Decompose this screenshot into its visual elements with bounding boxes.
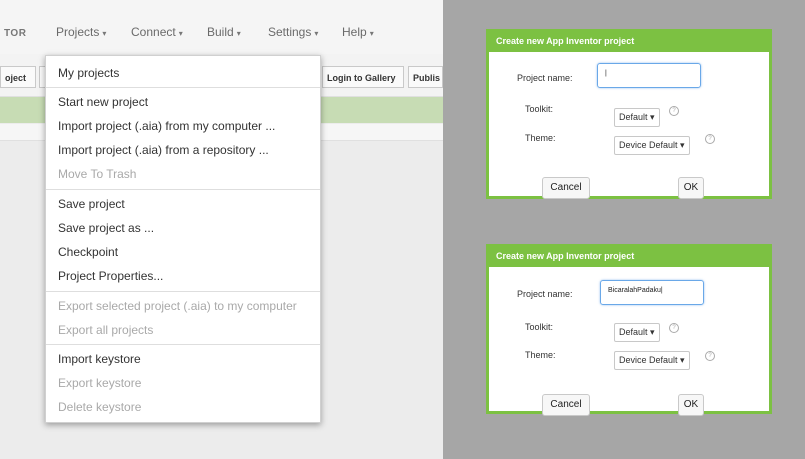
menu-item-start-new-project[interactable]: Start new project: [58, 95, 148, 109]
menu-item-project-properties[interactable]: Project Properties...: [58, 269, 163, 283]
menu-item-export-selected-project: Export selected project (.aia) to my com…: [58, 299, 297, 313]
caret-down-icon: ▾: [680, 355, 685, 365]
theme-select[interactable]: Device Default ▾: [614, 136, 690, 155]
help-circle-icon[interactable]: ?: [669, 106, 679, 116]
menu-separator: [46, 291, 320, 292]
caret-down-icon: ▾: [680, 140, 685, 150]
theme-select-value: Device Default: [619, 355, 678, 365]
publish-button[interactable]: Publis: [408, 66, 443, 88]
dialog-title: Create new App Inventor project: [489, 32, 769, 52]
dialog-title: Create new App Inventor project: [489, 247, 769, 267]
theme-select-value: Device Default: [619, 140, 678, 150]
project-name-label: Project name:: [517, 73, 573, 83]
theme-label: Theme:: [525, 350, 556, 360]
login-to-gallery-button[interactable]: Login to Gallery: [322, 66, 404, 88]
menu-item-export-all-projects: Export all projects: [58, 323, 154, 337]
caret-down-icon: ▾: [178, 29, 183, 38]
toolkit-label: Toolkit:: [525, 322, 554, 332]
toolkit-label: Toolkit:: [525, 104, 554, 114]
menu-projects-label: Projects: [56, 25, 100, 39]
menu-item-import-from-repository[interactable]: Import project (.aia) from a repository …: [58, 143, 269, 157]
menu-build[interactable]: Build ▾: [207, 25, 241, 39]
menu-item-export-keystore: Export keystore: [58, 376, 142, 390]
toolkit-select[interactable]: Default ▾: [614, 108, 660, 127]
menu-projects[interactable]: Projects ▾: [56, 25, 106, 39]
app-logo: TOR: [4, 28, 27, 39]
menu-help[interactable]: Help ▾: [342, 25, 374, 39]
help-circle-icon[interactable]: ?: [669, 323, 679, 333]
menu-item-import-keystore[interactable]: Import keystore: [58, 352, 141, 366]
caret-down-icon: ▾: [650, 327, 655, 337]
ok-button[interactable]: OK: [678, 177, 704, 199]
project-name-input[interactable]: |: [597, 63, 701, 88]
caret-down-icon: ▾: [102, 29, 107, 38]
caret-down-icon: ▾: [650, 112, 655, 122]
menu-item-save-project-as[interactable]: Save project as ...: [58, 221, 154, 235]
menu-help-label: Help: [342, 25, 367, 39]
toolbar-project-button[interactable]: oject: [0, 66, 36, 88]
menu-settings-label: Settings: [268, 25, 312, 39]
menu-item-delete-keystore: Delete keystore: [58, 400, 142, 414]
project-name-input[interactable]: BicaralahPadaku|: [600, 280, 704, 305]
menu-connect-label: Connect: [131, 25, 176, 39]
menu-item-checkpoint[interactable]: Checkpoint: [58, 245, 118, 259]
top-navigation-bar: TOR Projects ▾ Connect ▾ Build ▾ Settings ▾ …: [0, 0, 443, 55]
menu-item-my-projects[interactable]: My projects: [58, 66, 119, 80]
cancel-button[interactable]: Cancel: [542, 394, 590, 416]
caret-down-icon: ▾: [369, 29, 374, 38]
menu-separator: [46, 189, 320, 190]
help-circle-icon[interactable]: ?: [705, 351, 715, 361]
theme-select[interactable]: Device Default ▾: [614, 351, 690, 370]
toolkit-select-value: Default: [619, 112, 648, 122]
theme-label: Theme:: [525, 133, 556, 143]
menu-settings[interactable]: Settings ▾: [268, 25, 318, 39]
toolkit-select[interactable]: Default ▾: [614, 323, 660, 342]
new-project-dialog-filled: Create new App Inventor project Project …: [486, 244, 772, 416]
menu-connect[interactable]: Connect ▾: [131, 25, 183, 39]
menu-separator: [46, 87, 320, 88]
menu-separator: [46, 344, 320, 345]
project-name-label: Project name:: [517, 289, 573, 299]
menu-item-save-project[interactable]: Save project: [58, 197, 125, 211]
caret-down-icon: ▾: [236, 29, 241, 38]
ok-button[interactable]: OK: [678, 394, 704, 416]
menu-item-import-from-computer[interactable]: Import project (.aia) from my computer .…: [58, 119, 275, 133]
menu-build-label: Build: [207, 25, 234, 39]
projects-dropdown-menu: My projects Start new project Import pro…: [45, 55, 321, 423]
new-project-dialog-empty: Create new App Inventor project Project …: [486, 29, 772, 199]
menu-item-move-to-trash: Move To Trash: [58, 167, 137, 181]
cancel-button[interactable]: Cancel: [542, 177, 590, 199]
caret-down-icon: ▾: [314, 29, 319, 38]
help-circle-icon[interactable]: ?: [705, 134, 715, 144]
toolkit-select-value: Default: [619, 327, 648, 337]
